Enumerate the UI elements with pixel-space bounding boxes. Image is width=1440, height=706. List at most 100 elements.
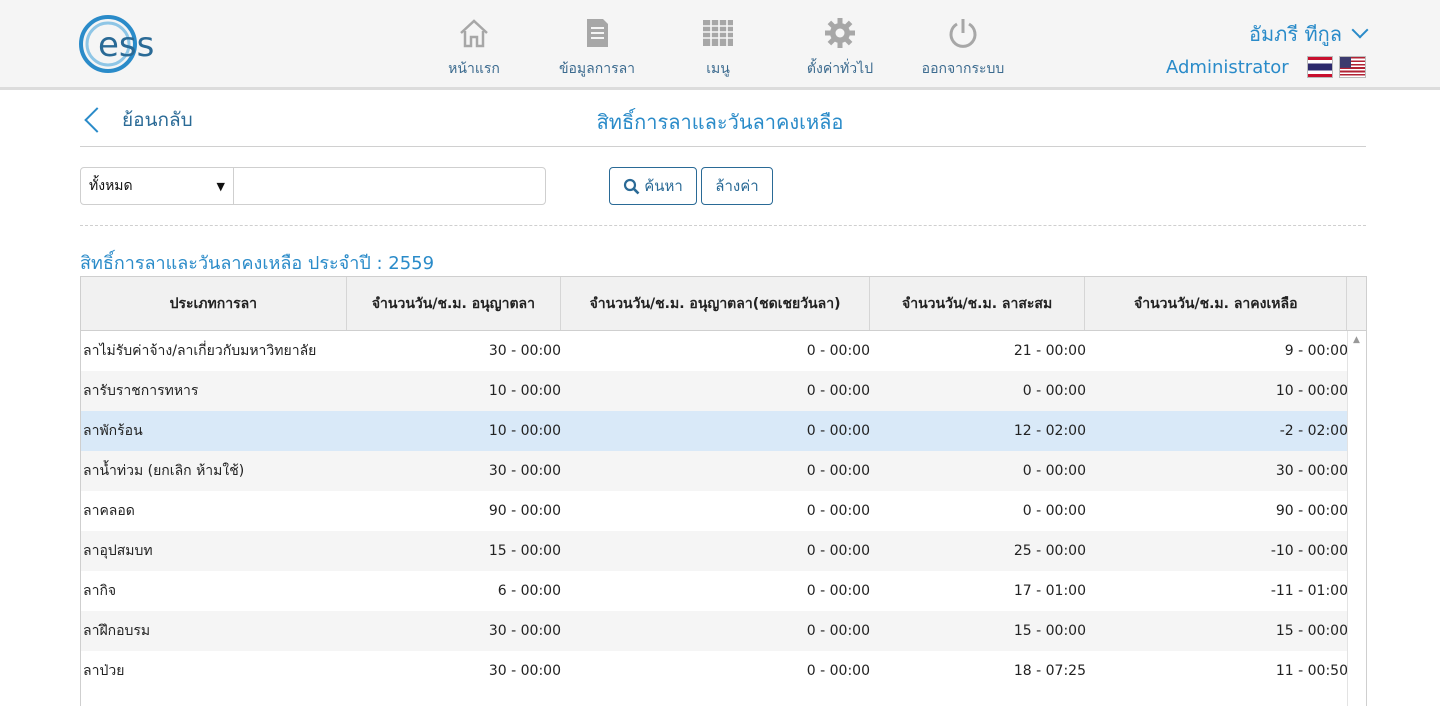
- cell-value: 0 - 00:00: [806, 583, 870, 599]
- divider: [80, 146, 1366, 147]
- search-button[interactable]: ค้นหา: [609, 167, 697, 205]
- column-header-accumulated[interactable]: จำนวนวัน/ช.ม. ลาสะสม: [870, 277, 1086, 330]
- nav-logout-label: ออกจากระบบ: [921, 61, 1005, 77]
- thai-flag-icon[interactable]: [1306, 56, 1334, 78]
- cell-value: 0 - 00:00: [806, 463, 870, 479]
- section-title: สิทธิ์การลาและวันลาคงเหลือ ประจำปี : 255…: [80, 253, 435, 274]
- cell-value: 9 - 00:00: [1284, 343, 1348, 359]
- table-body: ลาไม่รับค่าจ้าง/ลาเกี่ยวกับมหาวิทยาลัย 30…: [81, 331, 1366, 691]
- user-menu[interactable]: อัมภรี ทีกูล Administrator: [1166, 18, 1369, 78]
- column-header-allowed[interactable]: จำนวนวัน/ช.ม. อนุญาตลา: [347, 277, 562, 330]
- back-label: ย้อนกลับ: [122, 109, 193, 131]
- cell-leave-type: ลาไม่รับค่าจ้าง/ลาเกี่ยวกับมหาวิทยาลัย: [83, 343, 317, 359]
- cell-leave-type: ลาคลอด: [83, 503, 135, 519]
- clear-button[interactable]: ล้างค่า: [701, 167, 773, 205]
- search-bar: ทั้งหมด ▼: [80, 167, 546, 205]
- cell-value: 0 - 00:00: [1022, 383, 1086, 399]
- cell-value: 0 - 00:00: [806, 663, 870, 679]
- cell-value: 30 - 00:00: [488, 663, 561, 679]
- nav-menu-label: เมนู: [706, 61, 730, 77]
- nav-menu[interactable]: เมนู: [658, 16, 778, 80]
- table-row[interactable]: ลาอุปสมบท 15 - 00:00 0 - 00:00 25 - 00:00 -1…: [81, 531, 1366, 571]
- clear-button-label: ล้างค่า: [715, 177, 759, 195]
- cell-value: 21 - 00:00: [1013, 343, 1086, 359]
- table-row[interactable]: ลาป่วย 30 - 00:00 0 - 00:00 18 - 07:25 11 - …: [81, 651, 1366, 691]
- cell-value: 0 - 00:00: [806, 503, 870, 519]
- cell-value: 0 - 00:00: [806, 343, 870, 359]
- cell-value: -2 - 02:00: [1279, 423, 1348, 439]
- nav-logout[interactable]: ออกจากระบบ: [903, 16, 1023, 80]
- grid-icon: [703, 20, 733, 46]
- cell-value: 0 - 00:00: [1022, 463, 1086, 479]
- us-flag-icon[interactable]: [1339, 56, 1366, 78]
- cell-value: 18 - 07:25: [1013, 663, 1086, 679]
- user-role-row: Administrator: [1166, 56, 1366, 78]
- cell-value: 90 - 00:00: [1275, 503, 1348, 519]
- home-icon: [460, 19, 488, 48]
- cell-value: 12 - 02:00: [1013, 423, 1086, 439]
- logo-letter-e: ess: [98, 25, 154, 65]
- table-row[interactable]: ลาฝึกอบรม 30 - 00:00 0 - 00:00 15 - 00:00 15…: [81, 611, 1366, 651]
- document-icon: [587, 19, 608, 47]
- cell-leave-type: ลาฝึกอบรม: [83, 623, 151, 639]
- page-title: สิทธิ์การลาและวันลาคงเหลือ: [596, 110, 844, 134]
- cell-value: 0 - 00:00: [806, 423, 870, 439]
- scroll-up-icon[interactable]: ▲: [1353, 335, 1360, 345]
- cell-leave-type: ลาน้ำท่วม (ยกเลิก ห้ามใช้): [83, 463, 245, 479]
- cell-value: 25 - 00:00: [1013, 543, 1086, 559]
- column-header-allowed-compensation[interactable]: จำนวนวัน/ช.ม. อนุญาตลา(ชดเชยวันลา): [561, 277, 870, 330]
- cell-value: 17 - 01:00: [1013, 583, 1086, 599]
- dropdown-arrow-icon: ▼: [216, 179, 225, 193]
- cell-value: 15 - 00:00: [488, 543, 561, 559]
- ess-logo[interactable]: ess: [78, 14, 188, 76]
- search-icon: [624, 178, 640, 194]
- column-header-remaining[interactable]: จำนวนวัน/ช.ม. ลาคงเหลือ: [1085, 277, 1348, 330]
- cell-value: 30 - 00:00: [488, 463, 561, 479]
- power-icon: [949, 19, 977, 48]
- cell-value: 0 - 00:00: [806, 383, 870, 399]
- table-row[interactable]: ลารับราชการทหาร 10 - 00:00 0 - 00:00 0 - 00…: [81, 371, 1366, 411]
- chevron-down-icon[interactable]: [1351, 21, 1369, 39]
- column-header-leave-type[interactable]: ประเภทการลา: [81, 277, 347, 330]
- table-row[interactable]: ลาพักร้อน 10 - 00:00 0 - 00:00 12 - 02:00 -2…: [81, 411, 1366, 451]
- cell-leave-type: ลากิจ: [83, 583, 117, 599]
- search-button-label: ค้นหา: [644, 177, 683, 195]
- column-header-scroll-spacer: [1347, 277, 1366, 330]
- table-header: ประเภทการลา จำนวนวัน/ช.ม. อนุญาตลา จำนวน…: [81, 277, 1366, 331]
- filter-select[interactable]: ทั้งหมด ▼: [81, 168, 234, 204]
- search-input[interactable]: [234, 168, 545, 204]
- table-row[interactable]: ลากิจ 6 - 00:00 0 - 00:00 17 - 01:00 -11 - 0…: [81, 571, 1366, 611]
- gear-icon: [825, 18, 855, 48]
- cell-value: 30 - 00:00: [1275, 463, 1348, 479]
- nav-home-label: หน้าแรก: [448, 61, 500, 77]
- cell-value: 11 - 00:50: [1275, 663, 1348, 679]
- nav-leave-info[interactable]: ข้อมูลการลา: [537, 16, 657, 80]
- cell-value: 0 - 00:00: [806, 543, 870, 559]
- cell-value: 6 - 00:00: [497, 583, 561, 599]
- cell-value: 90 - 00:00: [488, 503, 561, 519]
- cell-value: 10 - 00:00: [1275, 383, 1348, 399]
- cell-value: 15 - 00:00: [1275, 623, 1348, 639]
- leave-table: ประเภทการลา จำนวนวัน/ช.ม. อนุญาตลา จำนวน…: [80, 276, 1367, 706]
- chevron-left-icon: [84, 107, 110, 133]
- cell-leave-type: ลาพักร้อน: [83, 423, 143, 439]
- cell-value: 0 - 00:00: [1022, 503, 1086, 519]
- nav-settings[interactable]: ตั้งค่าทั่วไป: [780, 16, 900, 80]
- cell-leave-type: ลารับราชการทหาร: [83, 383, 199, 399]
- table-row[interactable]: ลาน้ำท่วม (ยกเลิก ห้ามใช้) 30 - 00:00 0 - …: [81, 451, 1366, 491]
- back-button[interactable]: ย้อนกลับ: [80, 102, 193, 138]
- cell-value: -11 - 01:00: [1270, 583, 1348, 599]
- table-row[interactable]: ลาไม่รับค่าจ้าง/ลาเกี่ยวกับมหาวิทยาลัย 30…: [81, 331, 1366, 371]
- table-row[interactable]: ลาคลอด 90 - 00:00 0 - 00:00 0 - 00:00 90 - 0…: [81, 491, 1366, 531]
- nav-home[interactable]: หน้าแรก: [414, 16, 534, 80]
- cell-value: 0 - 00:00: [806, 623, 870, 639]
- nav-leave-info-label: ข้อมูลการลา: [558, 61, 636, 77]
- app-header: ess หน้าแรก ข้อมูลการลา เมนู ตั้งค่าทั่ว…: [0, 0, 1440, 90]
- cell-value: 30 - 00:00: [488, 623, 561, 639]
- cell-leave-type: ลาอุปสมบท: [83, 543, 153, 559]
- cell-value: -10 - 00:00: [1270, 543, 1348, 559]
- cell-value: 30 - 00:00: [488, 343, 561, 359]
- user-name[interactable]: อัมภรี ทีกูล: [1249, 18, 1342, 50]
- table-scrollbar[interactable]: ▲: [1347, 331, 1366, 706]
- cell-value: 10 - 00:00: [488, 423, 561, 439]
